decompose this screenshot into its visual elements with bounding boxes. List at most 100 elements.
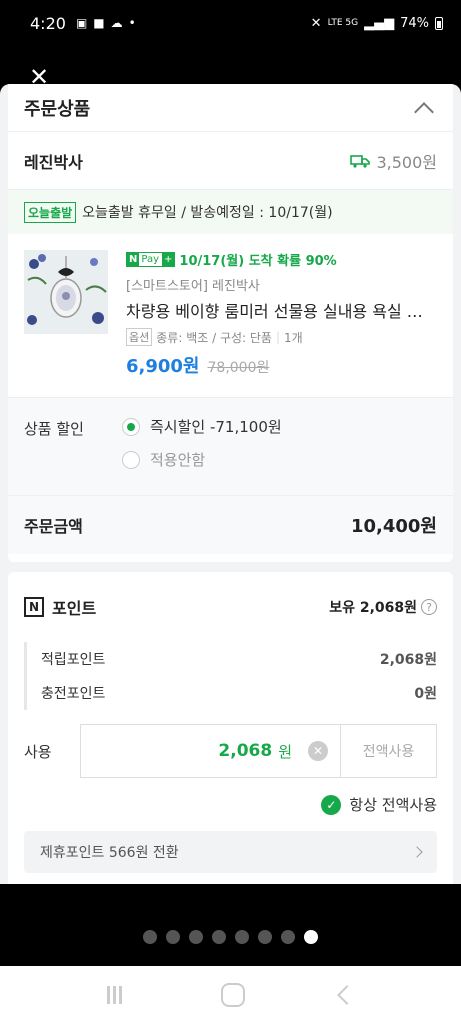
recents-icon[interactable] [107, 986, 127, 1004]
status-bar: 4:20 ▣ ■ ☁ • ✕ LTE 5G ▂▄▆ 74% [0, 0, 461, 46]
order-total-amount: 10,400원 [350, 516, 437, 537]
point-title-text: 포인트 [52, 599, 97, 618]
point-use-row: 사용 2,068 원 ✕ 전액사용 [24, 724, 437, 778]
seller-name: 레진박사 [24, 152, 83, 172]
price-row: 6,900원 78,000원 [126, 352, 437, 378]
page-dot[interactable] [212, 930, 226, 944]
shipping-fee: 3,500원 [350, 149, 437, 173]
point-breakdown: 적립포인트 2,068원 충전포인트 0원 [24, 642, 437, 710]
seller-row: 레진박사 3,500원 [8, 132, 453, 190]
option-row: 옵션 종류: 백조 / 구성: 단품 | 1개 [126, 328, 437, 346]
battery-label: 74% [400, 15, 429, 31]
chevron-up-icon[interactable] [414, 101, 434, 122]
mute-icon: ✕ [310, 15, 322, 31]
sale-price: 6,900원 [126, 356, 200, 377]
plus-icon: + [162, 253, 175, 266]
product-thumbnail[interactable] [24, 250, 108, 334]
product-discount: 상품 할인 즉시할인 -71,100원 적용안함 [8, 398, 453, 496]
product-title[interactable]: 차량용 베이향 룸미러 선물용 실내용 욕실 방향제 [126, 298, 437, 322]
point-card: N 포인트 보유 2,068원 ? 적립포인트 2,068원 충전포인트 0원 … [8, 572, 453, 884]
shipping-fee-value: 3,500원 [376, 152, 437, 172]
help-icon[interactable]: ? [421, 599, 437, 615]
naver-n-icon: N [24, 597, 44, 617]
always-use-all-label: 항상 전액사용 [349, 796, 437, 814]
original-price: 78,000원 [207, 360, 270, 376]
order-section-header[interactable]: 주문상품 [8, 84, 453, 132]
store-name: [스마트스토어] 레진박사 [126, 279, 260, 294]
discount-label: 상품 할인 [24, 420, 84, 438]
product-info: N Pay + 10/17(월) 도착 확률 90% [스마트스토어] 레진박사… [126, 250, 437, 397]
point-title: N 포인트 [24, 595, 96, 619]
discount-options: 즉시할인 -71,100원 적용안함 [122, 416, 282, 495]
ship-info-text: 오늘출발 휴무일 / 발송예정일 : 10/17(월) [82, 205, 333, 221]
discount-none-label: 적용안함 [150, 451, 206, 469]
quantity: 1개 [284, 330, 303, 345]
option-tag: 옵션 [126, 328, 153, 346]
partner-point-convert[interactable]: 제휴포인트 566원 전환 [24, 831, 437, 873]
back-icon[interactable] [336, 985, 357, 1005]
product-image [24, 250, 108, 334]
npay-pay: Pay [141, 254, 160, 265]
page-dot[interactable] [235, 930, 249, 944]
check-icon[interactable]: ✓ [321, 794, 342, 815]
page-dot[interactable] [143, 930, 157, 944]
charge-point-row: 충전포인트 0원 [41, 676, 437, 710]
charge-point-label: 충전포인트 [41, 686, 106, 702]
always-use-all-toggle[interactable]: ✓ 항상 전액사용 [8, 794, 437, 815]
order-total-row: 주문금액 10,400원 [8, 496, 453, 554]
status-time: 4:20 [30, 13, 66, 33]
shipping-info-row: 오늘출발 오늘출발 휴무일 / 발송예정일 : 10/17(월) [8, 190, 453, 234]
accum-point-value: 2,068원 [379, 652, 437, 668]
notification-icons: ▣ ■ ☁ • [76, 16, 136, 30]
network-label: LTE 5G [327, 18, 359, 28]
signal-icon: ▂▄▆ [364, 15, 395, 31]
radio-selected-icon[interactable] [122, 417, 140, 436]
point-use-input[interactable]: 2,068 원 ✕ [81, 725, 340, 777]
checkout-content: 주문상품 레진박사 3,500원 오늘출발 오늘출발 휴무일 / 발송예정일 :… [0, 84, 461, 884]
chat-icon: ■ [93, 16, 105, 30]
clear-icon[interactable]: ✕ [308, 741, 328, 761]
product-item[interactable]: N Pay + 10/17(월) 도착 확률 90% [스마트스토어] 레진박사… [8, 234, 453, 398]
chevron-right-icon [411, 846, 423, 858]
discount-instant-label: 즉시할인 -71,100원 [150, 418, 282, 436]
page-dot[interactable] [281, 930, 295, 944]
npay-n: N [127, 253, 140, 266]
cloud-icon: ☁ [110, 16, 123, 30]
point-balance-text: 보유 2,068원 [329, 600, 417, 616]
today-ship-badge: 오늘출발 [24, 201, 77, 223]
point-use-label: 사용 [24, 742, 52, 761]
arrival-text: 10/17(월) 도착 확률 90% [179, 254, 337, 269]
order-card: 주문상품 레진박사 3,500원 오늘출발 오늘출발 휴무일 / 발송예정일 :… [8, 84, 453, 562]
page-dot[interactable] [258, 930, 272, 944]
accum-point-row: 적립포인트 2,068원 [41, 642, 437, 676]
discount-instant-option[interactable]: 즉시할인 -71,100원 [122, 416, 282, 437]
page-dot[interactable] [189, 930, 203, 944]
order-section-title: 주문상품 [24, 98, 91, 120]
charge-point-value: 0원 [414, 686, 437, 702]
use-all-button[interactable]: 전액사용 [340, 725, 436, 777]
page-dot[interactable] [304, 930, 318, 944]
discount-none-option[interactable]: 적용안함 [122, 449, 282, 470]
order-total-label: 주문금액 [24, 517, 83, 536]
option-divider: | [275, 330, 281, 344]
system-nav-bar [0, 966, 461, 1024]
home-icon[interactable] [221, 983, 246, 1007]
dot-icon: • [128, 16, 136, 30]
radio-empty-icon[interactable] [122, 450, 140, 469]
accum-point-label: 적립포인트 [41, 652, 106, 668]
page-indicator [0, 930, 461, 944]
point-use-value: 2,068 [218, 741, 273, 761]
battery-icon [435, 16, 443, 30]
modal-header: ✕ [0, 46, 461, 89]
image-icon: ▣ [75, 16, 88, 30]
option-text: 종류: 백조 / 구성: 단품 [156, 330, 272, 345]
status-right: ✕ LTE 5G ▂▄▆ 74% [311, 16, 443, 31]
page-dot[interactable] [166, 930, 180, 944]
truck-icon [350, 154, 371, 168]
point-balance: 보유 2,068원 ? [329, 597, 437, 617]
point-header: N 포인트 보유 2,068원 ? [8, 572, 453, 642]
npay-arrival-row: N Pay + 10/17(월) 도착 확률 90% [126, 250, 437, 269]
point-use-box: 2,068 원 ✕ 전액사용 [80, 724, 437, 778]
convert-label: 제휴포인트 566원 전환 [40, 845, 179, 861]
npay-badge: N Pay + [126, 252, 176, 267]
